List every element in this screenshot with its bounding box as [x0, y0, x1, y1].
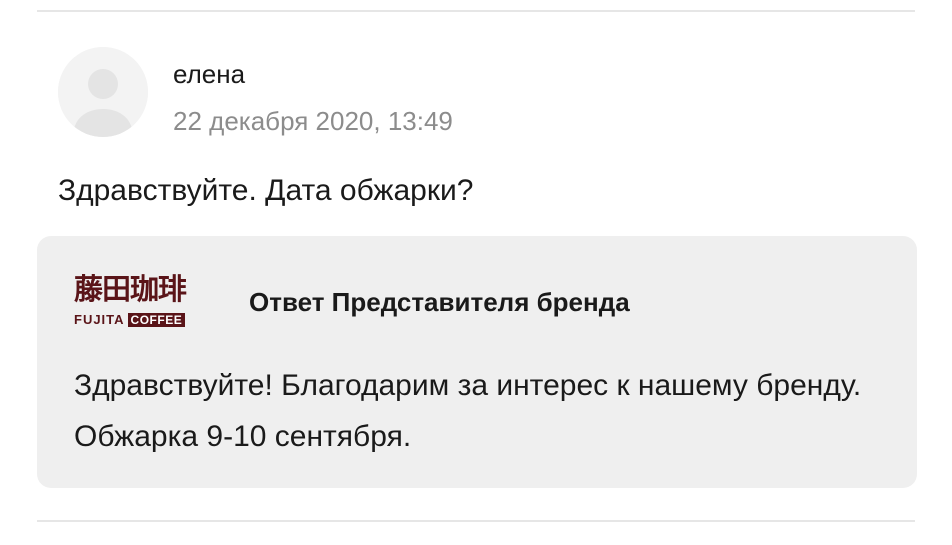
review-comment-card: елена 22 декабря 2020, 13:49 Здравствуйт…: [0, 0, 952, 545]
brand-reply-box: 藤田珈琲 FUJITA COFFEE Ответ Представителя б…: [37, 236, 917, 488]
reply-title: Ответ Представителя бренда: [249, 287, 630, 317]
comment-author: елена: [173, 59, 246, 89]
top-divider: [37, 10, 915, 12]
brand-logo-coffee: COFFEE: [127, 313, 186, 327]
brand-logo-kanji: 藤田珈琲: [74, 272, 187, 306]
comment-date: 22 декабря 2020, 13:49: [173, 106, 453, 136]
user-avatar: [58, 47, 148, 137]
brand-logo-wordmark: FUJITA COFFEE: [74, 312, 186, 327]
brand-logo: 藤田珈琲 FUJITA COFFEE: [74, 272, 214, 330]
reply-text: Здравствуйте! Благодарим за интерес к на…: [74, 369, 862, 453]
brand-logo-fujita: FUJITA: [74, 312, 125, 327]
comment-text: Здравствуйте. Дата обжарки?: [58, 174, 474, 207]
bottom-divider: [37, 520, 915, 522]
avatar-placeholder-icon: [58, 47, 148, 137]
